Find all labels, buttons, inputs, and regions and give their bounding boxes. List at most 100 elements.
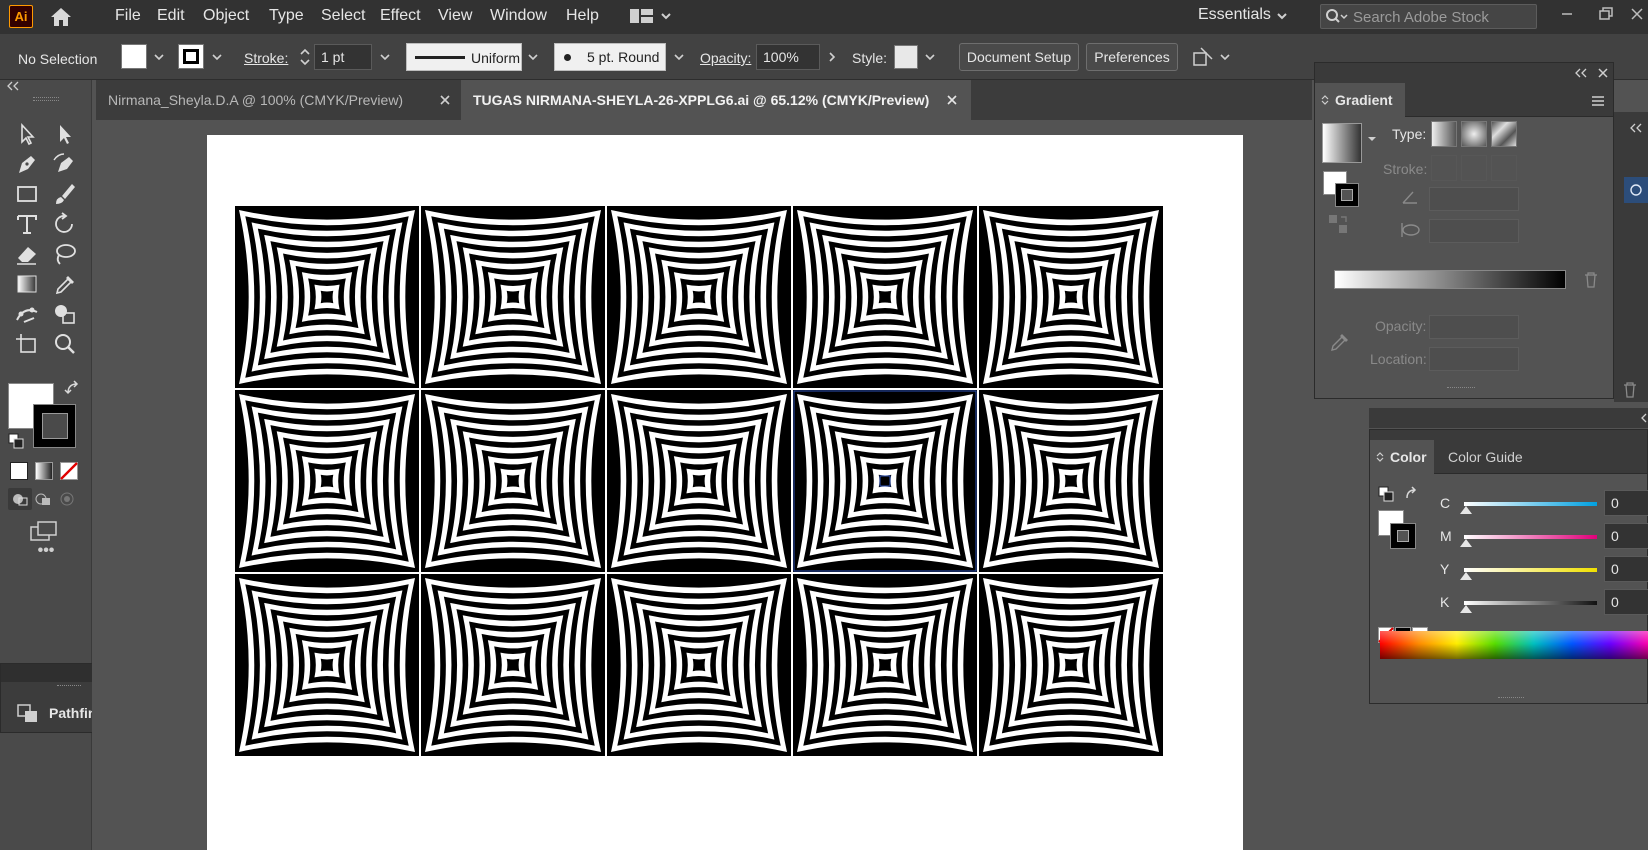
close-window-icon[interactable] [1626,3,1648,25]
stroke-stepper-icon[interactable] [299,45,311,69]
tab-document-1[interactable]: Nirmana_Sheyla.D.A @ 100% (CMYK/Preview) [96,80,461,120]
pattern-tile[interactable] [793,206,977,388]
gradient-tool-icon[interactable] [12,270,42,298]
black-slider[interactable] [1464,601,1597,605]
edit-toolbar-button[interactable]: ••• [0,542,92,560]
gradient-stroke-swatch[interactable] [1335,183,1359,207]
color-spectrum[interactable] [1380,631,1648,659]
gradient-location-dropdown[interactable] [1429,347,1519,371]
pattern-tile[interactable] [607,206,791,388]
change-screen-mode-icon[interactable] [29,519,59,543]
pattern-tile[interactable] [979,574,1163,756]
dock-panel-button[interactable] [1624,177,1648,203]
variable-width-profile[interactable]: Uniform [406,43,522,71]
search-icon[interactable] [1325,8,1349,26]
menu-view[interactable]: View [438,7,472,25]
freeform-gradient-button[interactable] [1491,121,1517,147]
stroke-within-button[interactable] [1431,155,1457,181]
close-panel-icon[interactable] [1597,67,1609,79]
preferences-button[interactable]: Preferences [1086,43,1178,71]
color-panel-header[interactable] [1369,408,1648,428]
draw-normal-button[interactable] [8,488,32,510]
eraser-tool-icon[interactable] [12,240,42,268]
align-to-pixel-grid-icon[interactable] [1191,45,1215,69]
minimize-icon[interactable] [1556,3,1578,25]
color-mode-button[interactable] [10,462,28,480]
delete-stop-icon[interactable] [1583,271,1599,289]
direct-selection-tool-icon[interactable] [50,120,80,148]
magenta-value-field[interactable]: 0 [1604,523,1648,549]
puppet-warp-tool-icon[interactable] [12,300,42,328]
tab-document-2[interactable]: TUGAS NIRMANA-SHEYLA-26-XPPLG6.ai @ 65.1… [461,80,971,120]
pattern-tile[interactable] [607,390,791,572]
angle-dropdown[interactable] [1429,187,1519,211]
pattern-tile[interactable] [421,390,605,572]
color-panel-grip[interactable] [1498,697,1524,701]
eyedropper-icon[interactable] [1329,331,1351,353]
expand-dock-icon[interactable] [1629,122,1643,134]
pattern-tile[interactable] [235,574,419,756]
stroke-along-button[interactable] [1461,155,1487,181]
zoom-tool-icon[interactable] [50,330,80,358]
close-tab-icon[interactable] [438,93,452,107]
stroke-weight-chevron-icon[interactable] [379,51,391,63]
pattern-tile[interactable] [607,574,791,756]
reverse-gradient-icon[interactable] [1327,213,1349,235]
stock-search-box[interactable] [1320,4,1537,29]
menu-object[interactable]: Object [203,7,249,25]
brush-definition[interactable]: 5 pt. Round [554,43,666,71]
cyan-slider-knob[interactable] [1460,506,1472,514]
fill-swatch[interactable] [121,44,147,69]
artboard[interactable] [207,135,1243,850]
color-guide-tab[interactable]: Color Guide [1448,440,1523,474]
chevron-down-icon[interactable] [1276,10,1288,22]
opacity-field[interactable]: 100% [756,44,820,70]
radial-gradient-button[interactable] [1461,121,1487,147]
shape-builder-tool-icon[interactable] [50,300,80,328]
stroke-weight-field[interactable]: 1 pt [314,44,372,70]
close-tab-icon[interactable] [945,93,959,107]
pattern-tile[interactable] [235,206,419,388]
graphic-style-swatch[interactable] [894,45,918,69]
expand-options-icon[interactable] [1376,451,1384,463]
gradient-mode-button[interactable] [35,462,53,480]
pattern-tile[interactable] [421,206,605,388]
stroke-label[interactable]: Stroke: [244,50,288,66]
panel-menu-icon[interactable] [1591,95,1605,107]
paintbrush-tool-icon[interactable] [50,180,80,208]
linear-gradient-button[interactable] [1431,121,1457,147]
restore-icon[interactable] [1594,3,1616,25]
pattern-tile[interactable] [979,206,1163,388]
color-stroke-swatch[interactable] [1390,523,1416,549]
cyan-value-field[interactable]: 0 [1604,490,1648,516]
default-colors-icon[interactable] [8,433,24,449]
menu-window[interactable]: Window [490,7,547,25]
black-slider-knob[interactable] [1460,605,1472,613]
pattern-tile[interactable] [793,574,977,756]
type-tool-icon[interactable] [12,210,42,238]
gradient-panel-header[interactable] [1315,63,1613,83]
pattern-tile[interactable] [793,390,977,572]
canvas[interactable] [92,120,1315,850]
brush-chevron-icon[interactable] [673,51,685,63]
expand-options-icon[interactable] [1321,94,1329,106]
default-colors-icon[interactable] [1378,486,1394,502]
pattern-tile[interactable] [979,390,1163,572]
pattern-tile[interactable] [421,574,605,756]
chevron-right-icon[interactable] [826,51,838,63]
curvature-tool-icon[interactable] [50,150,80,178]
search-input[interactable] [1351,7,1531,27]
swap-fill-stroke-icon[interactable] [1404,486,1420,502]
style-chevron-icon[interactable] [924,51,936,63]
gradient-presets-chevron-icon[interactable] [1367,135,1377,143]
stroke-chevron-icon[interactable] [211,51,223,63]
stroke-color-swatch[interactable] [33,404,76,448]
color-tab[interactable]: Color [1370,440,1434,474]
stroke-across-button[interactable] [1491,155,1517,181]
lasso-tool-icon[interactable] [50,240,80,268]
swap-fill-stroke-icon[interactable] [64,380,82,398]
pathfinder-grip[interactable] [57,685,81,688]
profile-chevron-icon[interactable] [527,51,539,63]
yellow-slider[interactable] [1464,568,1597,572]
op-art-square-grid[interactable] [207,135,1243,850]
